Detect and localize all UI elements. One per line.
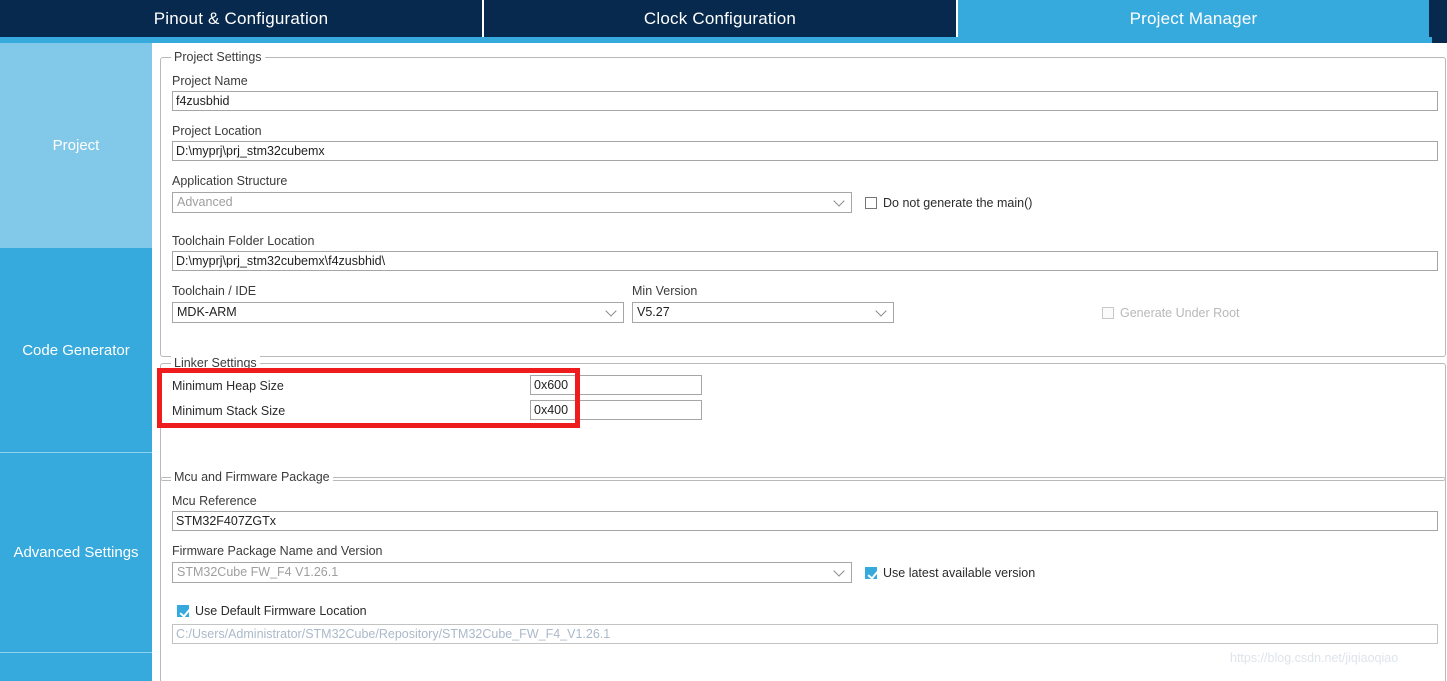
minimum-stack-size-input[interactable]: 0x400 (530, 400, 702, 420)
sidebar-item-code-generator[interactable]: Code Generator (0, 248, 152, 453)
main-tabbar: Pinout & Configuration Clock Configurati… (0, 0, 1447, 37)
min-version-select[interactable]: V5.27 (632, 302, 894, 323)
checkbox-checked-icon (865, 567, 877, 579)
sidebar-item-code-generator-label: Code Generator (22, 341, 130, 359)
toolchain-ide-value: MDK-ARM (177, 305, 237, 319)
generate-under-root-checkbox[interactable]: Generate Under Root (1102, 306, 1240, 320)
chevron-down-icon (835, 197, 844, 206)
chevron-down-icon (877, 307, 886, 316)
stm32cubemx-window: Pinout & Configuration Clock Configurati… (0, 0, 1447, 681)
linker-settings-legend: Linker Settings (171, 356, 260, 370)
project-settings-legend: Project Settings (171, 50, 265, 64)
firmware-package-label: Firmware Package Name and Version (172, 544, 383, 558)
application-structure-label: Application Structure (172, 174, 288, 188)
sidebar-item-advanced-settings-label: Advanced Settings (13, 544, 139, 561)
minimum-stack-size-label: Minimum Stack Size (172, 404, 286, 418)
use-latest-version-label: Use latest available version (883, 566, 1036, 580)
linker-settings-group: Linker Settings (160, 356, 1446, 481)
sidebar-item-advanced-settings[interactable]: Advanced Settings (0, 453, 152, 653)
project-location-input[interactable]: D:\myprj\prj_stm32cubemx (172, 141, 1438, 161)
sidebar-item-project[interactable]: Project (0, 43, 152, 248)
tab-clock-configuration[interactable]: Clock Configuration (482, 0, 956, 37)
toolchain-folder-label: Toolchain Folder Location (172, 234, 315, 248)
use-default-firmware-location-label: Use Default Firmware Location (195, 604, 367, 618)
toolchain-ide-select[interactable]: MDK-ARM (172, 302, 624, 323)
checkbox-box-icon (1102, 307, 1114, 319)
application-structure-select[interactable]: Advanced (172, 192, 852, 213)
generate-under-root-label: Generate Under Root (1120, 306, 1240, 320)
do-not-generate-main-label: Do not generate the main() (883, 196, 1033, 210)
mcu-reference-label: Mcu Reference (172, 494, 257, 508)
chevron-down-icon (607, 307, 616, 316)
min-version-label: Min Version (632, 284, 698, 298)
minimum-heap-size-label: Minimum Heap Size (172, 379, 284, 393)
min-version-value: V5.27 (637, 305, 670, 319)
firmware-package-value: STM32Cube FW_F4 V1.26.1 (177, 565, 339, 579)
firmware-location-input[interactable]: C:/Users/Administrator/STM32Cube/Reposit… (172, 624, 1438, 644)
mcu-firmware-legend: Mcu and Firmware Package (171, 470, 333, 484)
minimum-heap-size-input[interactable]: 0x600 (530, 375, 702, 395)
sidebar-item-extra[interactable] (0, 653, 152, 680)
tab-pinout-configuration[interactable]: Pinout & Configuration (0, 0, 482, 37)
project-manager-panel: Project Settings Project Name f4zusbhid … (152, 43, 1447, 681)
tab-project-manager[interactable]: Project Manager (956, 0, 1429, 37)
mcu-reference-input[interactable]: STM32F407ZGTx (172, 511, 1438, 531)
project-name-label: Project Name (172, 74, 248, 88)
firmware-package-select[interactable]: STM32Cube FW_F4 V1.26.1 (172, 562, 852, 583)
tabbar-right-cap (1432, 0, 1447, 43)
sidebar-item-project-label: Project (52, 137, 100, 154)
use-default-firmware-location-checkbox[interactable]: Use Default Firmware Location (177, 604, 367, 618)
tab-clock-configuration-label: Clock Configuration (643, 8, 797, 28)
use-latest-version-checkbox[interactable]: Use latest available version (865, 566, 1035, 580)
toolchain-folder-input[interactable]: D:\myprj\prj_stm32cubemx\f4zusbhid\ (172, 251, 1438, 271)
chevron-down-icon (835, 567, 844, 576)
checkbox-box-icon (865, 197, 877, 209)
project-location-label: Project Location (172, 124, 262, 138)
tab-pinout-configuration-label: Pinout & Configuration (153, 8, 329, 28)
application-structure-value: Advanced (177, 195, 233, 209)
project-name-input[interactable]: f4zusbhid (172, 91, 1438, 111)
toolchain-ide-label: Toolchain / IDE (172, 284, 257, 298)
watermark-text: https://blog.csdn.net/jiqiaoqiao (1230, 651, 1399, 665)
left-sidebar: Project Code Generator Advanced Settings (0, 43, 152, 681)
checkbox-checked-icon (177, 605, 189, 617)
do-not-generate-main-checkbox[interactable]: Do not generate the main() (865, 196, 1032, 210)
tab-project-manager-label: Project Manager (1129, 8, 1258, 28)
